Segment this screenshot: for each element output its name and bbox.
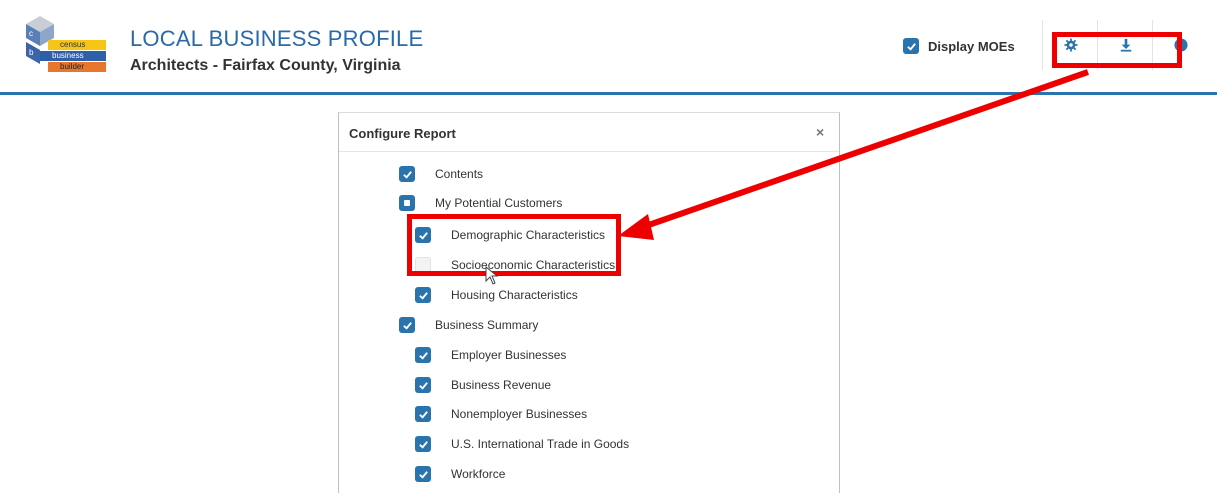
check-icon <box>402 170 412 179</box>
report-item-housing-characteristics[interactable]: Housing Characteristics <box>415 287 578 303</box>
checkbox[interactable] <box>399 317 415 333</box>
check-icon <box>418 381 428 390</box>
report-item-employer-businesses[interactable]: Employer Businesses <box>415 347 566 363</box>
logo-census-text: census <box>48 40 106 50</box>
dialog-title: Configure Report <box>349 126 456 141</box>
close-icon[interactable]: × <box>816 124 824 140</box>
page-subtitle: Architects - Fairfax County, Virginia <box>130 57 401 74</box>
item-label: U.S. International Trade in Goods <box>451 437 630 451</box>
checkbox[interactable] <box>415 347 431 363</box>
configure-report-dialog: Configure Report × Contents My Potential… <box>338 112 840 493</box>
page-title: LOCAL BUSINESS PROFILE <box>130 26 424 51</box>
report-item-workforce[interactable]: Workforce <box>415 466 505 482</box>
report-item-business-revenue[interactable]: Business Revenue <box>415 377 551 393</box>
check-icon <box>418 440 428 449</box>
report-item-international-trade[interactable]: U.S. International Trade in Goods <box>415 436 629 452</box>
display-moes-label: Display MOEs <box>928 38 1015 54</box>
check-icon <box>418 291 428 300</box>
check-icon <box>418 410 428 419</box>
item-label: My Potential Customers <box>435 196 563 210</box>
check-icon <box>418 470 428 479</box>
checkbox[interactable] <box>415 377 431 393</box>
checkbox[interactable] <box>415 287 431 303</box>
report-item-business-summary[interactable]: Business Summary <box>399 317 538 333</box>
item-label: Nonemployer Businesses <box>451 407 588 421</box>
census-business-builder-logo: c b census business builder <box>18 16 114 76</box>
checkbox[interactable] <box>415 436 431 452</box>
check-icon <box>906 42 916 51</box>
characteristics-highlight-box <box>407 214 621 276</box>
dialog-header: Configure Report × <box>339 113 839 152</box>
item-label: Contents <box>435 167 484 181</box>
check-icon <box>402 321 412 330</box>
svg-text:c: c <box>29 29 33 38</box>
item-label: Business Revenue <box>451 378 552 392</box>
partial-indicator-icon <box>404 200 410 206</box>
check-icon <box>418 351 428 360</box>
toolbar-highlight-box <box>1052 32 1182 68</box>
checkbox[interactable] <box>415 406 431 422</box>
item-label: Business Summary <box>435 318 539 332</box>
svg-text:b: b <box>29 48 34 57</box>
item-label: Employer Businesses <box>451 348 567 362</box>
display-moes-toggle[interactable]: Display MOEs <box>903 38 1015 54</box>
logo-business-text: business <box>40 51 106 61</box>
report-item-nonemployer-businesses[interactable]: Nonemployer Businesses <box>415 406 587 422</box>
logo-builder-text: builder <box>48 62 106 72</box>
checkbox[interactable] <box>399 166 415 182</box>
checkbox[interactable] <box>415 466 431 482</box>
report-item-my-potential-customers[interactable]: My Potential Customers <box>399 195 562 211</box>
report-item-contents[interactable]: Contents <box>399 166 483 182</box>
mouse-cursor-icon <box>485 266 499 285</box>
item-label: Workforce <box>451 467 506 481</box>
checkbox[interactable] <box>399 195 415 211</box>
display-moes-checkbox[interactable] <box>903 38 919 54</box>
item-label: Housing Characteristics <box>451 288 578 302</box>
app-header: c b census business builder LOCAL BUSINE… <box>0 0 1217 95</box>
